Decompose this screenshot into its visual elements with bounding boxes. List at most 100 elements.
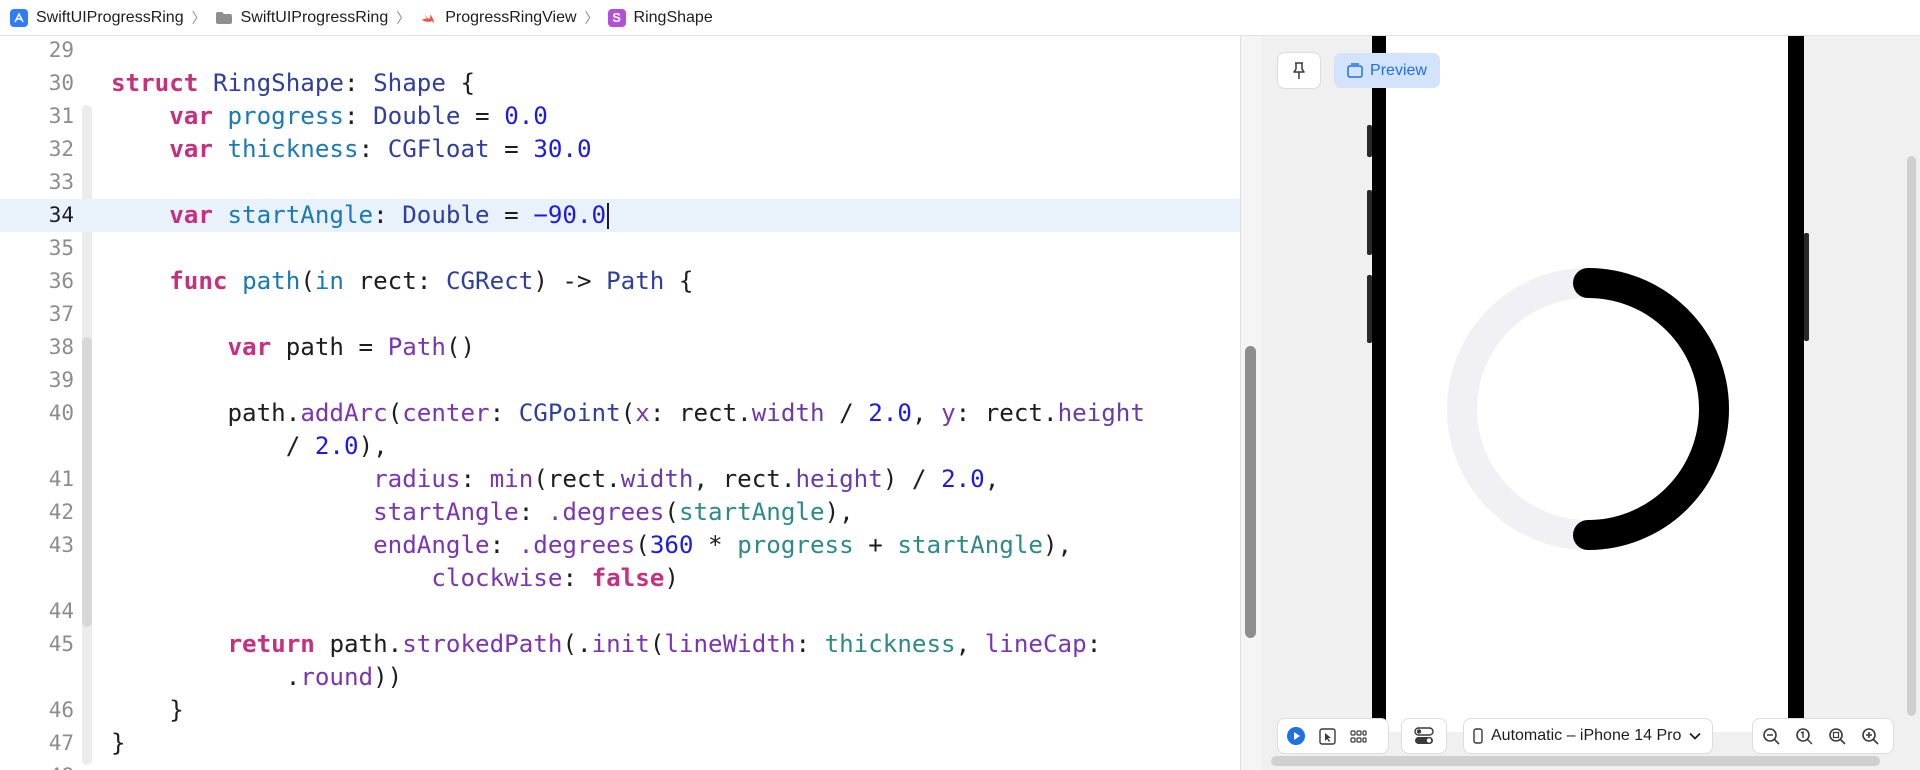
code-text: var startAngle: Double = −90.0: [111, 199, 610, 232]
code-text: var thickness: CGFloat = 30.0: [169, 135, 592, 163]
zoom-to-fit-icon[interactable]: [1828, 727, 1847, 746]
code-text: return path.strokedPath(.init(lineWidth:…: [227, 630, 1102, 658]
code-text: endAngle: .degrees(360 * progress + star…: [373, 531, 1073, 559]
chevron-down-icon: [1689, 732, 1701, 740]
device-side-button: [1367, 125, 1372, 157]
code-line[interactable]: 41 radius: min(rect.width, rect.height) …: [0, 463, 1240, 496]
device-picker[interactable]: Automatic – iPhone 14 Pro: [1464, 719, 1712, 753]
breadcrumb-item-symbol[interactable]: S RingShape: [607, 8, 713, 27]
preview-button-label: Preview: [1370, 61, 1427, 79]
swift-file-icon: [419, 9, 437, 27]
line-number: 39: [48, 368, 74, 392]
selectable-mode-icon[interactable]: [1319, 727, 1336, 745]
code-text: clockwise: false): [431, 564, 679, 592]
code-text: }: [111, 729, 126, 757]
code-line[interactable]: 42 startAngle: .degrees(startAngle),: [0, 496, 1240, 529]
code-line-current[interactable]: 34 var startAngle: Double = −90.0: [0, 199, 1240, 232]
code-line-wrapped[interactable]: / 2.0),: [0, 430, 1240, 463]
device-side-button: [1804, 233, 1809, 341]
line-number: 40: [48, 401, 74, 425]
chevron-right-icon: 〉: [191, 9, 206, 26]
code-line[interactable]: 46 }: [0, 694, 1240, 727]
line-number: 36: [48, 269, 74, 293]
code-line[interactable]: 33: [0, 166, 1240, 199]
code-line[interactable]: 30 struct RingShape: Shape {: [0, 67, 1240, 100]
code-line[interactable]: 37: [0, 298, 1240, 331]
line-number: 43: [48, 533, 74, 557]
code-line[interactable]: 45 return path.strokedPath(.init(lineWid…: [0, 628, 1240, 661]
code-line[interactable]: 32 var thickness: CGFloat = 30.0: [0, 133, 1240, 166]
line-number: 33: [48, 170, 74, 194]
app-project-icon: [10, 8, 28, 27]
progress-ring: [1447, 268, 1729, 550]
code-text: var progress: Double = 0.0: [169, 102, 548, 130]
zoom-to-100-icon[interactable]: [1795, 727, 1814, 746]
zoom-out-icon[interactable]: [1762, 727, 1781, 746]
line-number: 32: [48, 137, 74, 161]
code-text: radius: min(rect.width, rect.height) / 2…: [373, 465, 1000, 493]
line-number: 29: [48, 38, 74, 62]
code-line[interactable]: 31 var progress: Double = 0.0: [0, 100, 1240, 133]
code-text: }: [169, 696, 184, 724]
zoom-controls: [1753, 719, 1893, 753]
code-line[interactable]: 44: [0, 595, 1240, 628]
folder-icon: [215, 9, 233, 27]
code-line[interactable]: 43 endAngle: .degrees(360 * progress + s…: [0, 529, 1240, 562]
jump-bar: SwiftUIProgressRing 〉 SwiftUIProgressRin…: [0, 0, 1920, 36]
device-side-button: [1367, 190, 1372, 255]
canvas-vertical-scrollbar[interactable]: [1907, 156, 1916, 716]
code-line[interactable]: 36 func path(in rect: CGRect) -> Path {: [0, 265, 1240, 298]
preview-window-icon: [1347, 63, 1363, 78]
line-number: 35: [48, 236, 74, 260]
line-number: 48: [0, 760, 74, 770]
line-number: 44: [48, 599, 74, 623]
source-editor[interactable]: 29 30 struct RingShape: Shape { 31 var p…: [0, 37, 1240, 770]
editor-scrollbar[interactable]: [1245, 346, 1256, 638]
code-line[interactable]: 48: [0, 760, 1240, 770]
text-cursor: [607, 203, 610, 229]
line-number: 38: [48, 335, 74, 359]
struct-symbol-icon: S: [607, 8, 626, 27]
device-settings-button[interactable]: [1402, 719, 1446, 753]
zoom-in-icon[interactable]: [1861, 727, 1880, 746]
breadcrumb-label: ProgressRingView: [445, 8, 577, 26]
canvas-horizontal-scrollbar[interactable]: [1271, 756, 1880, 766]
code-line[interactable]: 29: [0, 37, 1240, 67]
code-line-wrapped[interactable]: .round)): [0, 661, 1240, 694]
variants-grid-icon[interactable]: [1350, 729, 1367, 743]
line-number: 31: [48, 104, 74, 128]
chevron-right-icon: 〉: [396, 9, 411, 26]
breadcrumb-label: SwiftUIProgressRing: [36, 8, 184, 26]
code-line[interactable]: 35: [0, 232, 1240, 265]
code-line[interactable]: 39: [0, 364, 1240, 397]
device-picker-label: Automatic – iPhone 14 Pro: [1491, 727, 1682, 744]
live-preview-play-icon[interactable]: [1287, 727, 1305, 745]
chevron-right-icon: 〉: [584, 9, 599, 26]
line-number: 37: [48, 302, 74, 326]
canvas-mode-toolbar: [1278, 719, 1388, 753]
code-text: / 2.0),: [285, 432, 388, 460]
breadcrumb-label: RingShape: [633, 8, 713, 26]
code-text: .round)): [111, 663, 403, 691]
iphone-icon: [1473, 728, 1483, 744]
code-line[interactable]: 40 path.addArc(center: CGPoint(x: rect.w…: [0, 397, 1240, 430]
device-side-button: [1367, 275, 1372, 343]
line-number: 47: [48, 731, 74, 755]
breadcrumb-item-file[interactable]: ProgressRingView: [419, 8, 577, 27]
line-number: 41: [48, 467, 74, 491]
breadcrumb-item-project[interactable]: SwiftUIProgressRing: [10, 8, 184, 27]
line-number: 45: [48, 632, 74, 656]
code-text: path.addArc(center: CGPoint(x: rect.widt…: [227, 399, 1145, 427]
code-text: struct RingShape: Shape {: [111, 69, 476, 97]
code-line[interactable]: 47 }: [0, 727, 1240, 760]
code-line[interactable]: 38 var path = Path(): [0, 331, 1240, 364]
preview-mode-button[interactable]: Preview: [1334, 53, 1440, 88]
ring-progress-arc: [1573, 268, 1729, 550]
pin-icon: [1293, 61, 1305, 79]
pin-preview-button[interactable]: [1278, 53, 1320, 88]
code-text: func path(in rect: CGRect) -> Path {: [169, 267, 694, 295]
line-number: 34: [48, 203, 74, 227]
breadcrumb-item-folder[interactable]: SwiftUIProgressRing: [215, 9, 388, 27]
code-line-wrapped[interactable]: clockwise: false): [0, 562, 1240, 595]
toggle-settings-icon: [1414, 727, 1434, 744]
